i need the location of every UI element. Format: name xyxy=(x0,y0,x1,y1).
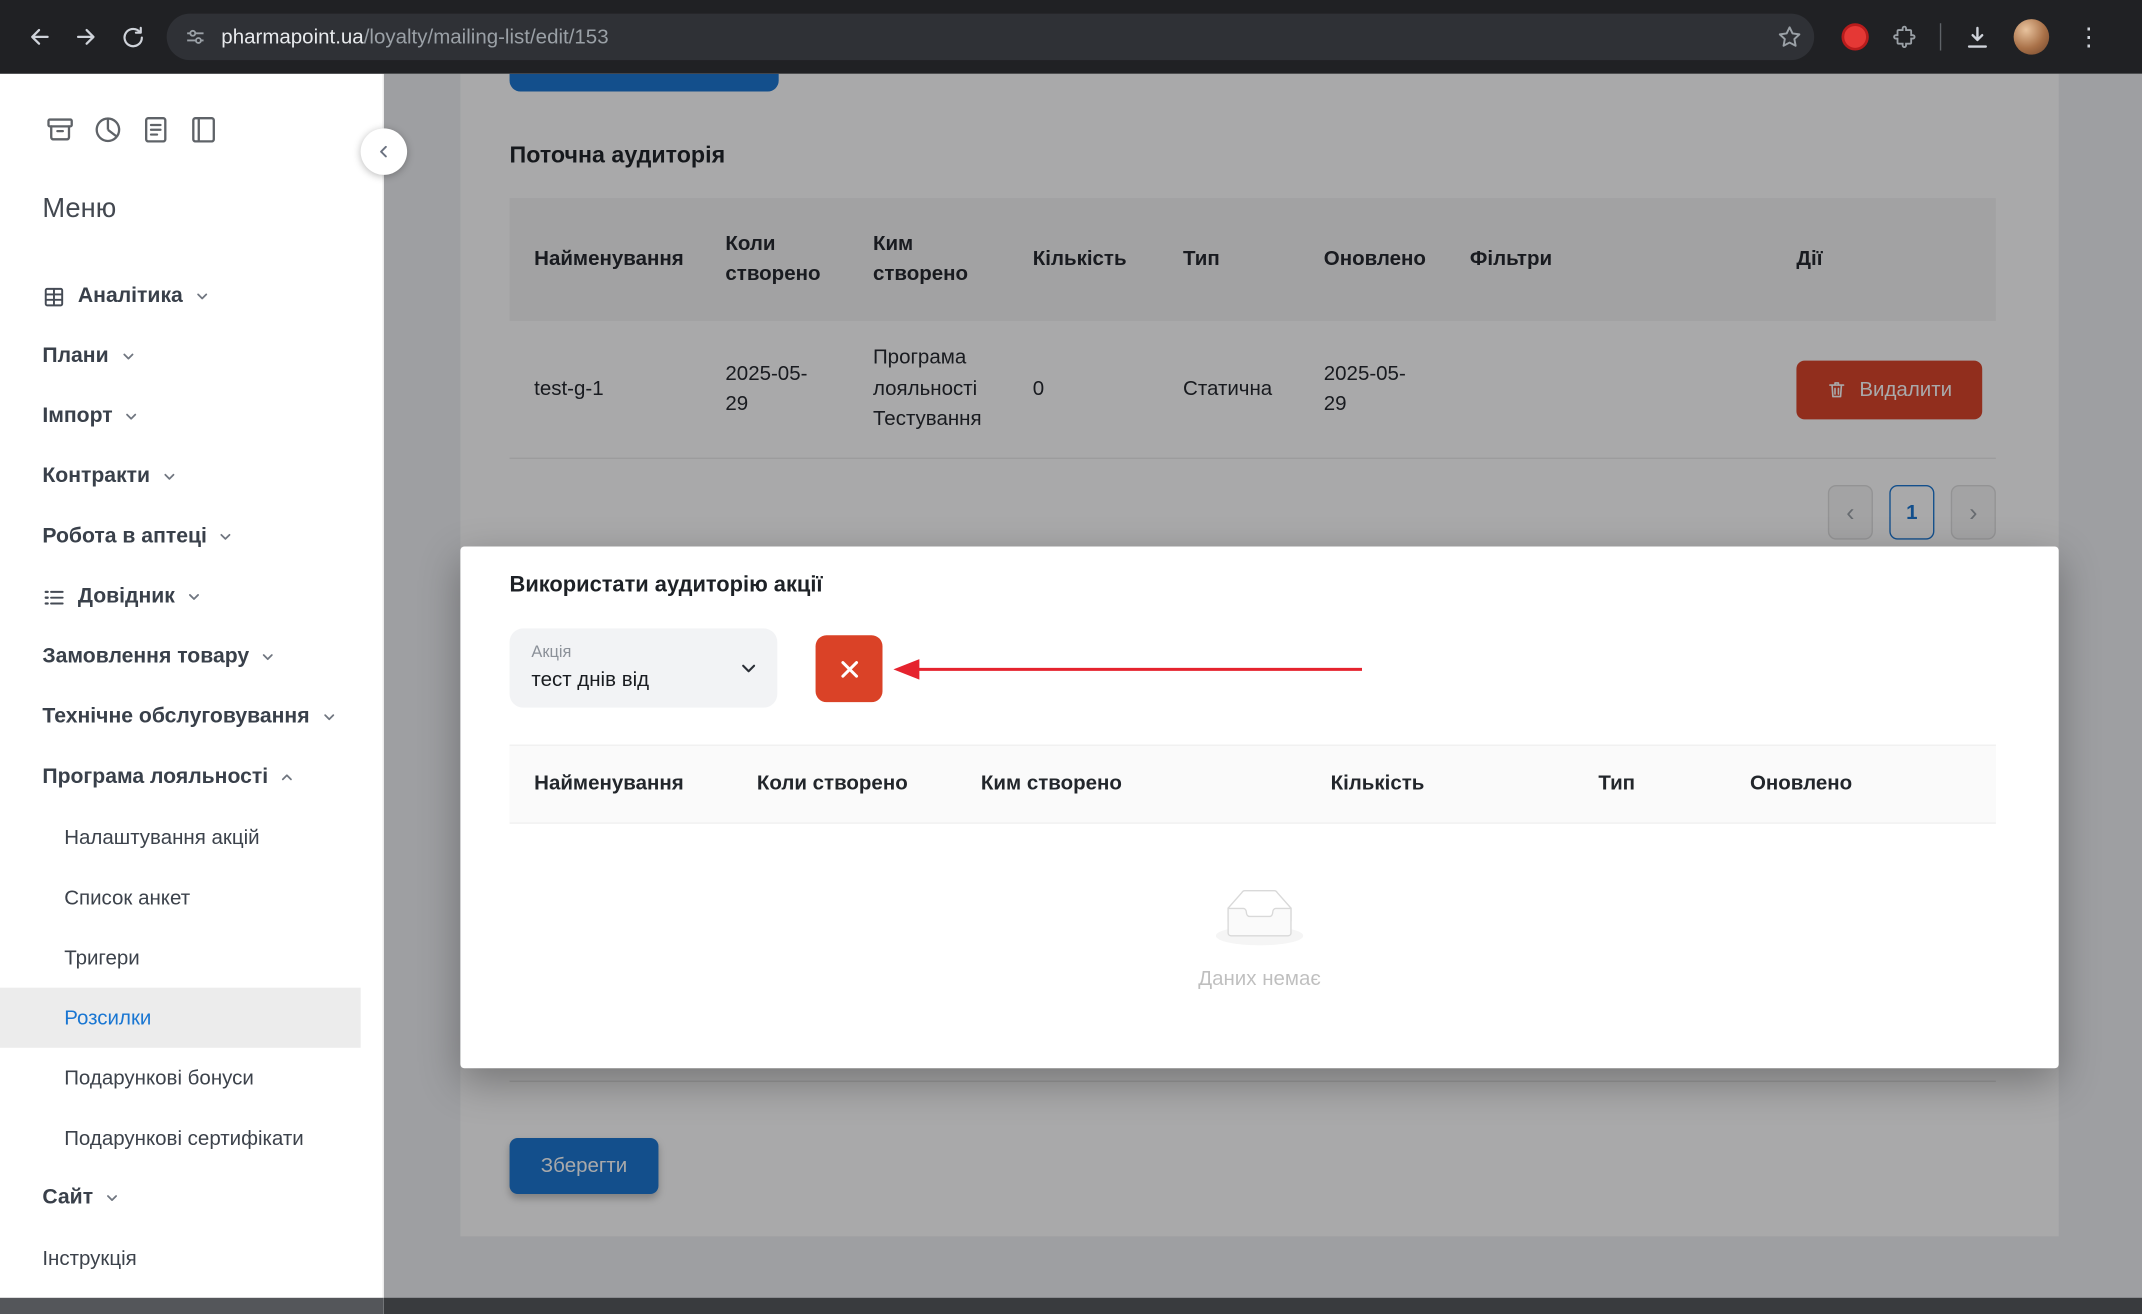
sidebar-item-plans[interactable]: Плани xyxy=(0,326,383,386)
chevron-down-icon xyxy=(186,589,202,605)
window-bottom-edge xyxy=(0,1298,384,1314)
sidebar-item-contracts[interactable]: Контракти xyxy=(0,447,383,507)
list-icon xyxy=(42,585,65,608)
reload-button[interactable] xyxy=(109,14,155,60)
sidebar-item-label: Сайт xyxy=(42,1186,93,1211)
extensions-puzzle-icon[interactable] xyxy=(1891,23,1918,50)
forward-arrow-icon xyxy=(72,23,99,50)
url-host: pharmapoint.ua xyxy=(221,25,363,48)
sidebar-item-label: Інструкція xyxy=(42,1247,136,1270)
promo-audience-table: Найменування Коли створено Ким створено … xyxy=(510,745,1996,824)
table-grid-icon xyxy=(42,285,65,308)
sidebar-item-label: Імпорт xyxy=(42,404,112,429)
chevron-down-icon xyxy=(104,1190,120,1206)
sidebar-subitem-gift-bonuses[interactable]: Подарункові бонуси xyxy=(0,1048,383,1108)
sidebar-subitem-questionnaires[interactable]: Список анкет xyxy=(0,867,383,927)
browser-window: pharmapoint.ua/loyalty/mailing-list/edit… xyxy=(0,0,2142,1314)
sidebar-item-label: Довідник xyxy=(78,585,175,610)
url-text: pharmapoint.ua/loyalty/mailing-list/edit… xyxy=(221,25,1762,48)
address-bar[interactable]: pharmapoint.ua/loyalty/mailing-list/edit… xyxy=(167,14,1815,60)
empty-state: Даних немає xyxy=(460,824,2058,1056)
chevron-down-icon xyxy=(738,657,760,683)
column-header: Найменування xyxy=(534,769,757,799)
clear-promo-button[interactable] xyxy=(816,635,883,702)
sidebar: Меню Аналітика Плани Імпорт Контракти Ро… xyxy=(0,74,384,1314)
annotation-arrow xyxy=(887,653,1373,686)
close-icon xyxy=(835,655,862,682)
column-header: Коли створено xyxy=(757,769,981,799)
column-header: Оновлено xyxy=(1750,769,1996,799)
chevron-down-icon xyxy=(120,348,136,364)
chevron-up-icon xyxy=(279,769,295,785)
bookmark-star-icon[interactable] xyxy=(1776,23,1803,50)
url-path: /loyalty/mailing-list/edit/153 xyxy=(364,25,609,48)
sidebar-item-analytics[interactable]: Аналітика xyxy=(0,266,383,326)
sidebar-item-label: Аналітика xyxy=(78,284,183,309)
chevron-down-icon xyxy=(218,529,234,545)
table-header-row: Найменування Коли створено Ким створено … xyxy=(510,745,1996,824)
chevron-down-icon xyxy=(161,469,177,485)
menu-title: Меню xyxy=(42,194,116,225)
sidebar-subitem-gift-certificates[interactable]: Подарункові сертифікати xyxy=(0,1108,383,1168)
sidebar-nav: Аналітика Плани Імпорт Контракти Робота … xyxy=(0,266,383,1288)
sidebar-item-label: Плани xyxy=(42,344,108,369)
empty-inbox-icon xyxy=(1216,889,1303,945)
promo-select-value: тест днів від xyxy=(531,668,649,691)
forward-button[interactable] xyxy=(63,14,109,60)
adblock-extension-icon[interactable] xyxy=(1842,23,1869,50)
toolbar-extensions-area: ⋮ xyxy=(1842,19,2107,55)
chevron-left-icon xyxy=(374,142,393,161)
site-settings-tune-icon[interactable] xyxy=(183,25,208,50)
book-icon[interactable] xyxy=(186,112,222,148)
sidebar-subitem-label: Тригери xyxy=(64,946,139,969)
sidebar-subitem-label: Подарункові сертифікати xyxy=(64,1126,304,1149)
sidebar-item-import[interactable]: Імпорт xyxy=(0,387,383,447)
empty-state-text: Даних немає xyxy=(1198,967,1321,990)
back-arrow-icon xyxy=(26,23,53,50)
sidebar-item-label: Робота в аптеці xyxy=(42,525,207,550)
chevron-down-icon xyxy=(260,649,276,665)
sidebar-item-directory[interactable]: Довідник xyxy=(0,567,383,627)
reload-icon xyxy=(120,24,146,50)
chevron-down-icon xyxy=(194,288,210,304)
main-content: Поточна аудиторія Найменування Коли ство… xyxy=(384,74,2142,1314)
sidebar-subitem-mailings-active[interactable]: Розсилки xyxy=(0,988,361,1048)
profile-avatar[interactable] xyxy=(2014,19,2050,55)
promo-select-label: Акція xyxy=(531,642,571,661)
promo-select[interactable]: Акція тест днів від xyxy=(510,628,778,707)
sidebar-item-goods-orders[interactable]: Замовлення товару xyxy=(0,627,383,687)
modal-title: Використати аудиторію акції xyxy=(510,574,823,599)
sidebar-item-maintenance[interactable]: Технічне обслуговування xyxy=(0,687,383,747)
use-promo-audience-panel: Використати аудиторію акції Акція тест д… xyxy=(460,546,2058,1068)
sidebar-subitem-triggers[interactable]: Тригери xyxy=(0,928,383,988)
sidebar-app-icons xyxy=(42,112,221,148)
sidebar-subitem-label: Розсилки xyxy=(64,1006,151,1029)
back-button[interactable] xyxy=(16,14,62,60)
sidebar-item-label: Замовлення товару xyxy=(42,645,249,670)
column-header: Кількість xyxy=(1331,769,1599,799)
sidebar-item-label: Програма лояльності xyxy=(42,765,268,790)
pie-chart-icon[interactable] xyxy=(90,112,126,148)
sidebar-item-label: Технічне обслуговування xyxy=(42,705,309,730)
browser-toolbar: pharmapoint.ua/loyalty/mailing-list/edit… xyxy=(0,0,2142,74)
chevron-down-icon xyxy=(124,408,140,424)
sidebar-item-loyalty-program[interactable]: Програма лояльності xyxy=(0,747,383,807)
document-icon[interactable] xyxy=(138,112,174,148)
sidebar-item-site[interactable]: Сайт xyxy=(0,1168,383,1228)
sidebar-subitem-promo-settings[interactable]: Налаштування акцій xyxy=(0,807,383,867)
sidebar-subitem-label: Список анкет xyxy=(64,886,190,909)
archive-box-icon[interactable] xyxy=(42,112,78,148)
column-header: Тип xyxy=(1598,769,1750,799)
chevron-down-icon xyxy=(320,709,336,725)
downloads-icon[interactable] xyxy=(1963,23,1992,52)
sidebar-item-pharmacy-work[interactable]: Робота в аптеці xyxy=(0,507,383,567)
browser-menu-kebab-icon[interactable]: ⋮ xyxy=(2071,23,2107,52)
column-header: Ким створено xyxy=(981,769,1331,799)
sidebar-item-label: Контракти xyxy=(42,464,150,489)
toolbar-separator xyxy=(1940,23,1941,50)
sidebar-collapse-button[interactable] xyxy=(361,128,407,174)
sidebar-subitem-label: Налаштування акцій xyxy=(64,826,259,849)
sidebar-subitem-label: Подарункові бонуси xyxy=(64,1066,254,1089)
sidebar-item-instruction[interactable]: Інструкція xyxy=(0,1228,383,1288)
